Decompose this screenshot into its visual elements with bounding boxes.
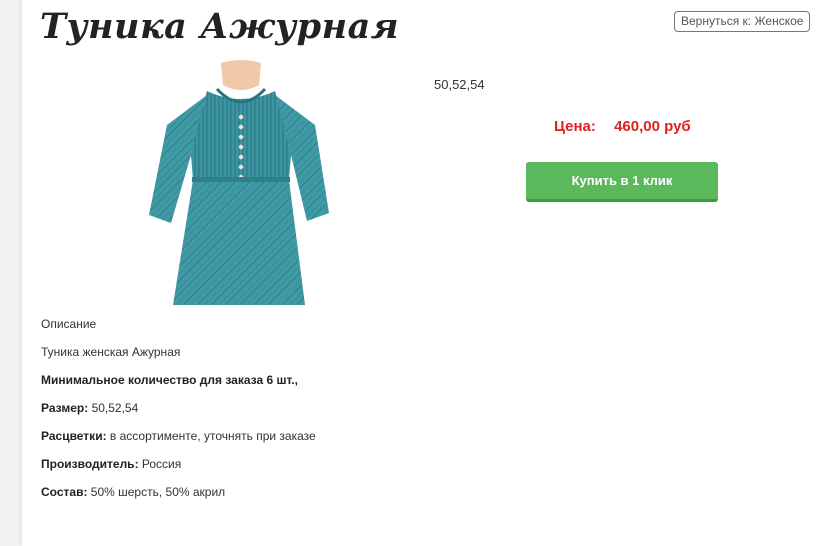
description-text: Туника женская Ажурная [41, 345, 181, 359]
maker-label: Производитель: [41, 457, 139, 471]
buy-one-click-button[interactable]: Купить в 1 клик [526, 162, 718, 202]
description-section: Описание Туника женская Ажурная Минималь… [41, 317, 641, 513]
composition-label: Состав: [41, 485, 88, 499]
colors-line: Расцветки: в ассортименте, уточнять при … [41, 429, 641, 444]
composition-line: Состав: 50% шерсть, 50% акрил [41, 485, 641, 500]
colors-value: в ассортименте, уточнять при заказе [109, 429, 316, 443]
size-label: Размер: [41, 401, 89, 415]
price-value: 460,00 руб [614, 118, 691, 135]
colors-label: Расцветки: [41, 429, 107, 443]
product-image[interactable] [129, 55, 339, 310]
mannequin-neck-icon [221, 60, 261, 90]
min-order-text: Минимальное количество для заказа 6 шт., [41, 373, 298, 387]
maker-line: Производитель: Россия [41, 457, 641, 472]
back-to-category-button[interactable]: Вернуться к: Женское [674, 11, 811, 32]
sizes-text: 50,52,54 [434, 77, 485, 92]
product-page: Туника Ажурная Вернуться к: Женское 50,5… [22, 0, 836, 546]
page-title: Туника Ажурная [40, 6, 400, 47]
size-line: Размер: 50,52,54 [41, 401, 641, 416]
description-heading: Описание [41, 317, 97, 331]
size-value: 50,52,54 [91, 401, 139, 415]
price-label: Цена: [554, 118, 596, 135]
maker-value: Россия [141, 457, 182, 471]
composition-value: 50% шерсть, 50% акрил [90, 485, 226, 499]
price-block: Цена: 460,00 руб [554, 118, 691, 135]
